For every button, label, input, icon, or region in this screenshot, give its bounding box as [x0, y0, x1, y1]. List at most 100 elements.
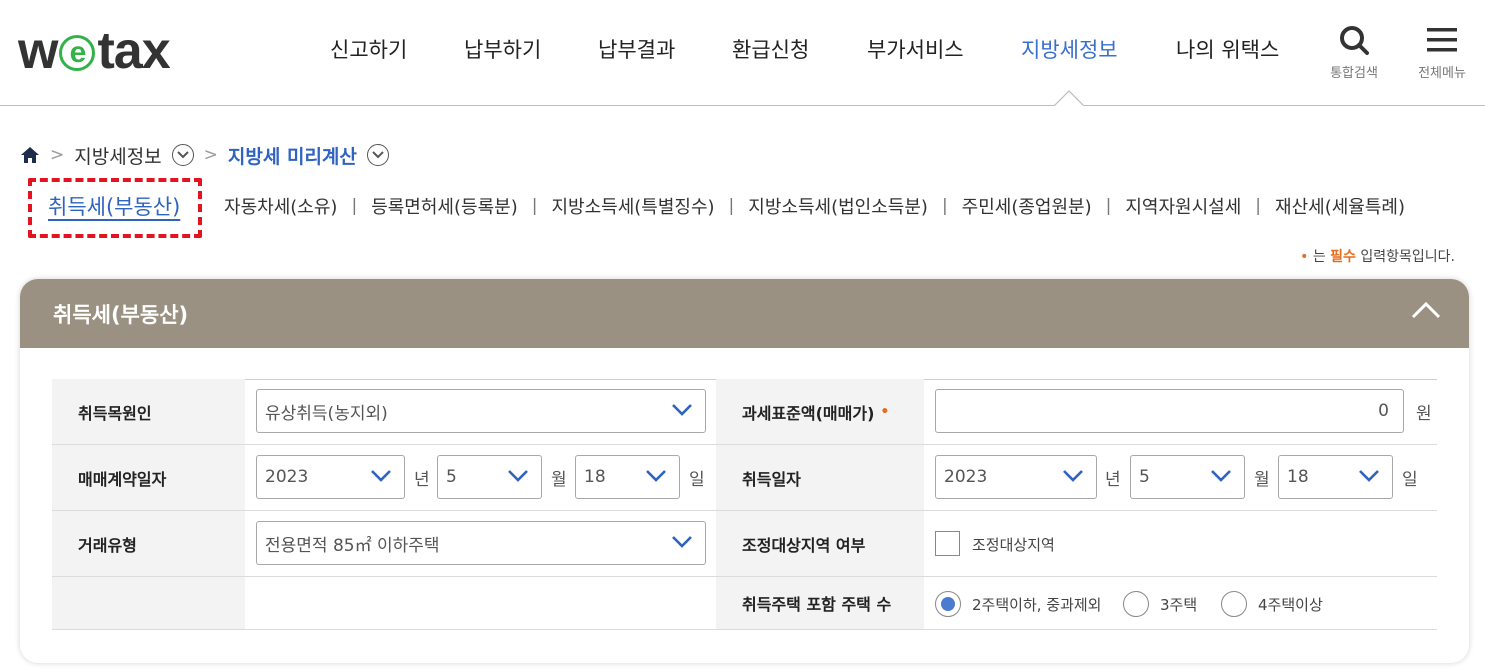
unit-year: 년: [1105, 470, 1121, 490]
logo-text-e: e: [59, 35, 96, 71]
panel-header: 취득세(부동산): [20, 279, 1469, 348]
search-button[interactable]: 통합검색: [1326, 24, 1382, 81]
cause-select[interactable]: 유상취득(농지외): [256, 389, 706, 433]
acq-year-select[interactable]: 2023: [935, 455, 1097, 499]
house-count-label: 취득주택 포함 주택 수: [716, 577, 924, 629]
tax-base-input[interactable]: [935, 389, 1404, 433]
nav-item-refund[interactable]: 환급신청: [732, 34, 809, 64]
wetax-logo[interactable]: w e tax: [18, 22, 171, 80]
tab-divider: |: [1105, 196, 1112, 216]
house-count-radio-4-plus[interactable]: [1221, 591, 1247, 617]
tax-base-label: 과세표준액(매매가) •: [716, 379, 924, 444]
contract-date-label: 매매계약일자: [52, 445, 245, 510]
acq-month-value: 5: [1139, 467, 1150, 487]
breadcrumb-level1-dropdown[interactable]: [171, 144, 194, 166]
contract-day-value: 18: [584, 467, 606, 487]
nav-item-local-tax-info[interactable]: 지방세정보: [1021, 34, 1118, 64]
contract-day-select[interactable]: 18: [575, 455, 680, 499]
contract-month-select[interactable]: 5: [437, 455, 542, 499]
tab-regional-resource-facility-tax[interactable]: 지역자원시설세: [1125, 193, 1241, 219]
adjust-area-option-label[interactable]: 조정대상지역: [972, 534, 1055, 555]
form-row-1: 취득목원인 유상취득(농지외) 과세표준액(매매가)• 원: [52, 379, 1437, 445]
search-icon: [1340, 26, 1369, 55]
acq-year-value: 2023: [944, 467, 988, 487]
tab-vehicle-tax[interactable]: 자동차세(소유): [224, 193, 337, 219]
chevron-down-icon: [372, 151, 384, 159]
tab-acquisition-tax-realestate[interactable]: 취득세(부동산): [48, 191, 180, 221]
chevron-down-icon: [672, 536, 692, 548]
tab-divider: |: [728, 196, 735, 216]
deal-type-value: 전용면적 85㎡ 이하주택: [265, 535, 440, 556]
tab-local-income-tax-corporate[interactable]: 지방소득세(법인소득분): [748, 193, 928, 219]
tab-resident-tax-employee[interactable]: 주민세(종업원분): [962, 193, 1092, 219]
tab-registration-license-tax[interactable]: 등록면허세(등록분): [371, 193, 518, 219]
unit-day: 일: [1402, 470, 1418, 490]
required-note-post: 입력항목입니다.: [1360, 249, 1455, 265]
nav-item-extra-services[interactable]: 부가서비스: [867, 34, 964, 64]
nav-item-pay[interactable]: 납부하기: [464, 34, 541, 64]
breadcrumb-level2[interactable]: 지방세 미리계산: [228, 142, 357, 169]
nav-item-my-wetax[interactable]: 나의 위택스: [1176, 34, 1279, 64]
tab-property-tax-special[interactable]: 재산세(세율특례): [1275, 193, 1405, 219]
adjust-area-checkbox[interactable]: [935, 531, 960, 556]
acq-day-select[interactable]: 18: [1278, 455, 1393, 499]
acq-day-value: 18: [1287, 467, 1309, 487]
nav-item-pay-result[interactable]: 납부결과: [598, 34, 675, 64]
tab-local-income-tax-withholding[interactable]: 지방소득세(특별징수): [551, 193, 714, 219]
acq-month-select[interactable]: 5: [1130, 455, 1245, 499]
chevron-down-icon: [371, 470, 391, 482]
required-field-note: • 는 필수 입력항목입니다.: [1300, 246, 1455, 266]
chevron-down-icon: [1063, 470, 1083, 482]
required-dot: •: [1300, 249, 1309, 265]
breadcrumb-level2-dropdown[interactable]: [366, 144, 389, 166]
empty-label-cell: [52, 577, 245, 629]
chevron-right-icon: >: [203, 145, 218, 165]
search-label: 통합검색: [1330, 66, 1378, 81]
cause-label: 취득목원인: [52, 379, 245, 444]
form-row-2: 매매계약일자 2023 년 5 월 18 일 취득일자 2023 년 5 월 1…: [52, 445, 1437, 511]
tab-divider: |: [1255, 196, 1262, 216]
house-count-radio-3[interactable]: [1123, 591, 1149, 617]
tab-divider: |: [941, 196, 948, 216]
logo-text-w: w: [18, 22, 58, 80]
hamburger-menu-icon: [1427, 28, 1457, 52]
form-row-4: 취득주택 포함 주택 수 2주택이하, 중과제외 3주택 4주택이상: [52, 577, 1437, 630]
chevron-down-icon: [508, 470, 528, 482]
unit-month: 월: [551, 470, 567, 490]
house-count-option-4-plus[interactable]: 4주택이상: [1258, 594, 1323, 615]
deal-type-select[interactable]: 전용면적 85㎡ 이하주택: [256, 521, 706, 565]
house-count-option-2-or-less[interactable]: 2주택이하, 중과제외: [972, 594, 1101, 615]
home-icon[interactable]: [20, 146, 40, 164]
deal-type-label: 거래유형: [52, 511, 245, 576]
chevron-down-icon: [672, 404, 692, 416]
logo-text-tax: tax: [97, 22, 170, 80]
contract-year-select[interactable]: 2023: [256, 455, 405, 499]
breadcrumb: > 지방세정보 > 지방세 미리계산: [20, 140, 389, 170]
collapse-chevron-up-icon[interactable]: [1411, 301, 1441, 319]
calculator-panel: 취득세(부동산) 취득목원인 유상취득(농지외) 과세표준액(매매가)• 원 매…: [20, 279, 1469, 663]
required-mark: •: [880, 403, 890, 420]
panel-title: 취득세(부동산): [53, 302, 189, 327]
cause-select-value: 유상취득(농지외): [265, 403, 388, 424]
contract-year-value: 2023: [265, 467, 309, 487]
tax-type-tabs: 취득세(부동산) | 자동차세(소유) | 등록면허세(등록분) | 지방소득세…: [48, 191, 1405, 221]
adjust-area-label: 조정대상지역 여부: [716, 511, 924, 576]
house-count-option-3[interactable]: 3주택: [1160, 594, 1197, 615]
chevron-down-icon: [1359, 470, 1379, 482]
contract-month-value: 5: [446, 467, 457, 487]
active-nav-caret: [1054, 90, 1084, 106]
required-note-pre: 는: [1312, 249, 1326, 265]
all-menu-button[interactable]: 전체메뉴: [1412, 24, 1472, 81]
tab-divider: |: [531, 196, 538, 216]
breadcrumb-level1[interactable]: 지방세정보: [74, 142, 161, 169]
chevron-right-icon: >: [50, 145, 65, 165]
house-count-radio-2-or-less[interactable]: [935, 591, 961, 617]
tax-base-unit: 원: [1416, 404, 1432, 424]
acq-date-label: 취득일자: [716, 445, 924, 510]
menu-label: 전체메뉴: [1418, 66, 1466, 81]
chevron-down-icon: [1211, 470, 1231, 482]
site-header: w e tax 신고하기 납부하기 납부결과 환급신청 부가서비스 지방세정보 나의…: [0, 0, 1485, 106]
chevron-down-icon: [176, 151, 189, 159]
form-row-3: 거래유형 전용면적 85㎡ 이하주택 조정대상지역 여부 조정대상지역: [52, 511, 1437, 577]
nav-item-file[interactable]: 신고하기: [330, 34, 407, 64]
